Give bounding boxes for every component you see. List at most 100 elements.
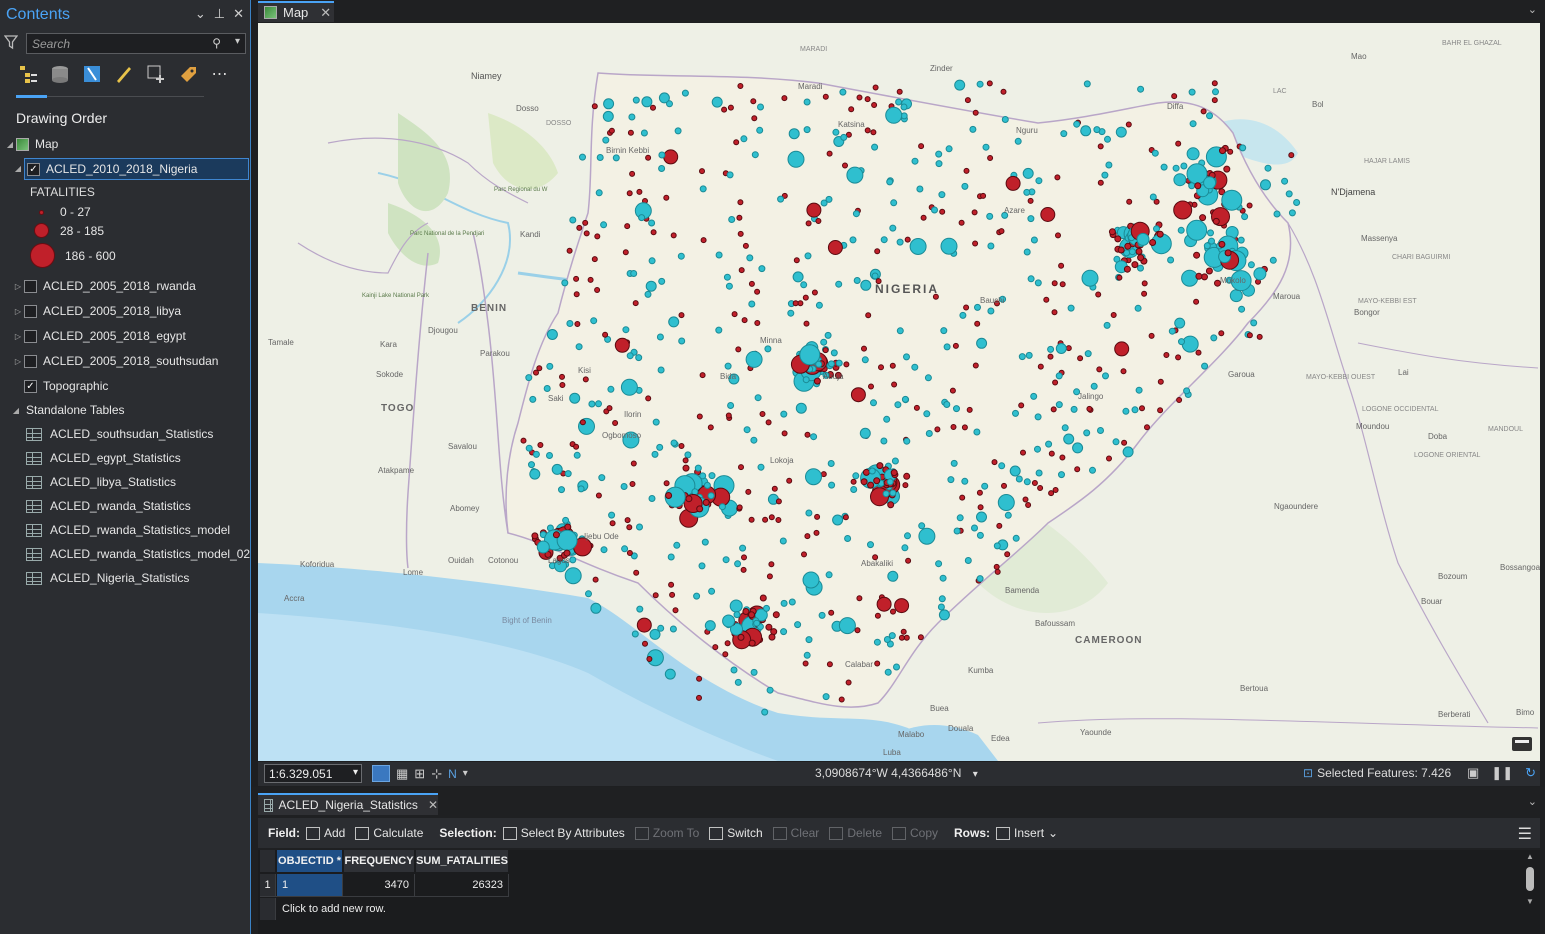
fatality-point[interactable] [1004,511,1012,519]
fatality-point[interactable] [890,469,898,477]
fatality-point[interactable] [1126,198,1133,205]
fatality-point[interactable] [1077,355,1084,362]
fatality-point[interactable] [1110,312,1117,318]
fatality-point[interactable] [842,514,849,521]
fatality-point[interactable] [896,238,904,246]
fatality-point[interactable] [850,387,866,403]
fatality-point[interactable] [954,79,966,91]
collapse-icon[interactable]: ◢ [10,406,22,415]
fatality-point[interactable] [1090,382,1098,390]
fatality-point[interactable] [1212,217,1220,225]
fatality-point[interactable] [1061,424,1069,432]
fatality-point[interactable] [738,267,745,274]
table-cell-frequency[interactable]: 3470 [344,874,415,896]
fatality-point[interactable] [949,387,956,394]
fatality-point[interactable] [868,383,874,390]
fatality-point[interactable] [1054,174,1061,181]
fatality-point[interactable] [959,311,967,319]
fatality-point[interactable] [712,644,719,651]
fatality-point[interactable] [874,248,881,255]
fatality-point[interactable] [959,494,966,501]
fatality-point[interactable] [845,679,852,686]
fatality-point[interactable] [569,216,577,224]
fatality-point[interactable] [986,212,994,220]
fatality-point[interactable] [766,573,773,580]
fatality-point[interactable] [1070,405,1078,413]
fatality-point[interactable] [1000,88,1007,95]
fatality-point[interactable] [750,436,758,444]
grid-icon[interactable]: ▦ [396,766,408,782]
fatality-point[interactable] [803,651,811,659]
fatality-point[interactable] [876,596,892,612]
fatality-point[interactable] [614,337,630,353]
fatality-point[interactable] [939,208,946,215]
fatality-point[interactable] [832,128,840,136]
fatality-point[interactable] [729,599,743,613]
fatality-point[interactable] [1135,248,1143,255]
fatality-point[interactable] [801,551,807,558]
fatality-point[interactable] [750,98,757,105]
fatality-point[interactable] [1224,249,1232,257]
fatality-point[interactable] [631,630,639,638]
fatality-point[interactable] [900,103,908,111]
fatality-point[interactable] [788,598,796,606]
fatality-point[interactable] [663,480,670,487]
fatality-point[interactable] [624,223,631,230]
fatality-point[interactable] [1193,298,1200,305]
fatality-point[interactable] [1058,471,1065,479]
fatality-point[interactable] [889,489,897,497]
fatality-point[interactable] [602,110,614,122]
fatality-point[interactable] [1023,478,1031,486]
fatality-point[interactable] [1073,120,1081,128]
fatality-point[interactable] [574,321,581,327]
fatality-point[interactable] [1065,345,1072,352]
fatality-point[interactable] [925,430,933,437]
fatality-point[interactable] [558,486,565,494]
fatality-point[interactable] [699,168,705,175]
fatality-point[interactable] [775,517,782,523]
fatality-point[interactable] [1175,354,1182,361]
fatality-point[interactable] [909,238,927,255]
fatality-point[interactable] [1157,407,1164,414]
fatality-point[interactable] [657,366,665,374]
fatality-point[interactable] [595,400,602,408]
fatality-point[interactable] [648,219,656,227]
fatality-point[interactable] [843,361,850,368]
fatality-point[interactable] [624,517,631,524]
fatality-point[interactable] [1288,152,1295,159]
fatality-point[interactable] [748,611,755,619]
fatality-point[interactable] [1108,228,1116,236]
fatality-point[interactable] [622,326,630,334]
fatality-point[interactable] [595,492,602,499]
tab-nigeria-statistics[interactable]: ACLED_Nigeria_Statistics ✕ [258,793,438,815]
fatality-point[interactable] [805,509,813,517]
fatality-point[interactable] [740,566,747,573]
fatality-point[interactable] [670,439,678,447]
row-number[interactable]: 1 [260,874,276,896]
fatality-point[interactable] [734,678,742,686]
fatality-point[interactable] [811,289,818,296]
fatality-point[interactable] [1221,189,1243,211]
fatality-point[interactable] [935,150,943,158]
expand-icon[interactable]: ▷ [12,282,24,291]
fatality-point[interactable] [1144,424,1150,431]
fatality-point[interactable] [802,294,809,301]
layout-icon[interactable]: ⊞ [414,766,425,782]
fatality-point[interactable] [987,242,995,250]
fatality-point[interactable] [556,529,578,551]
fatality-point[interactable] [626,352,634,360]
table-item[interactable]: ACLED_rwanda_Statistics_model_02 [26,543,250,565]
fatality-point[interactable] [1167,256,1175,264]
fatality-point[interactable] [758,265,766,273]
fatality-point[interactable] [952,342,959,349]
fatality-point[interactable] [856,595,863,602]
fatality-point[interactable] [590,317,598,325]
fatality-point[interactable] [721,106,728,113]
fatality-point[interactable] [1288,209,1296,217]
fatality-point[interactable] [1137,254,1145,262]
snapping-icon[interactable]: ⊹ [431,766,442,782]
fatality-point[interactable] [678,312,685,319]
fatality-point[interactable] [860,478,868,486]
fatality-point[interactable] [1047,353,1054,360]
fatality-point[interactable] [918,527,936,545]
